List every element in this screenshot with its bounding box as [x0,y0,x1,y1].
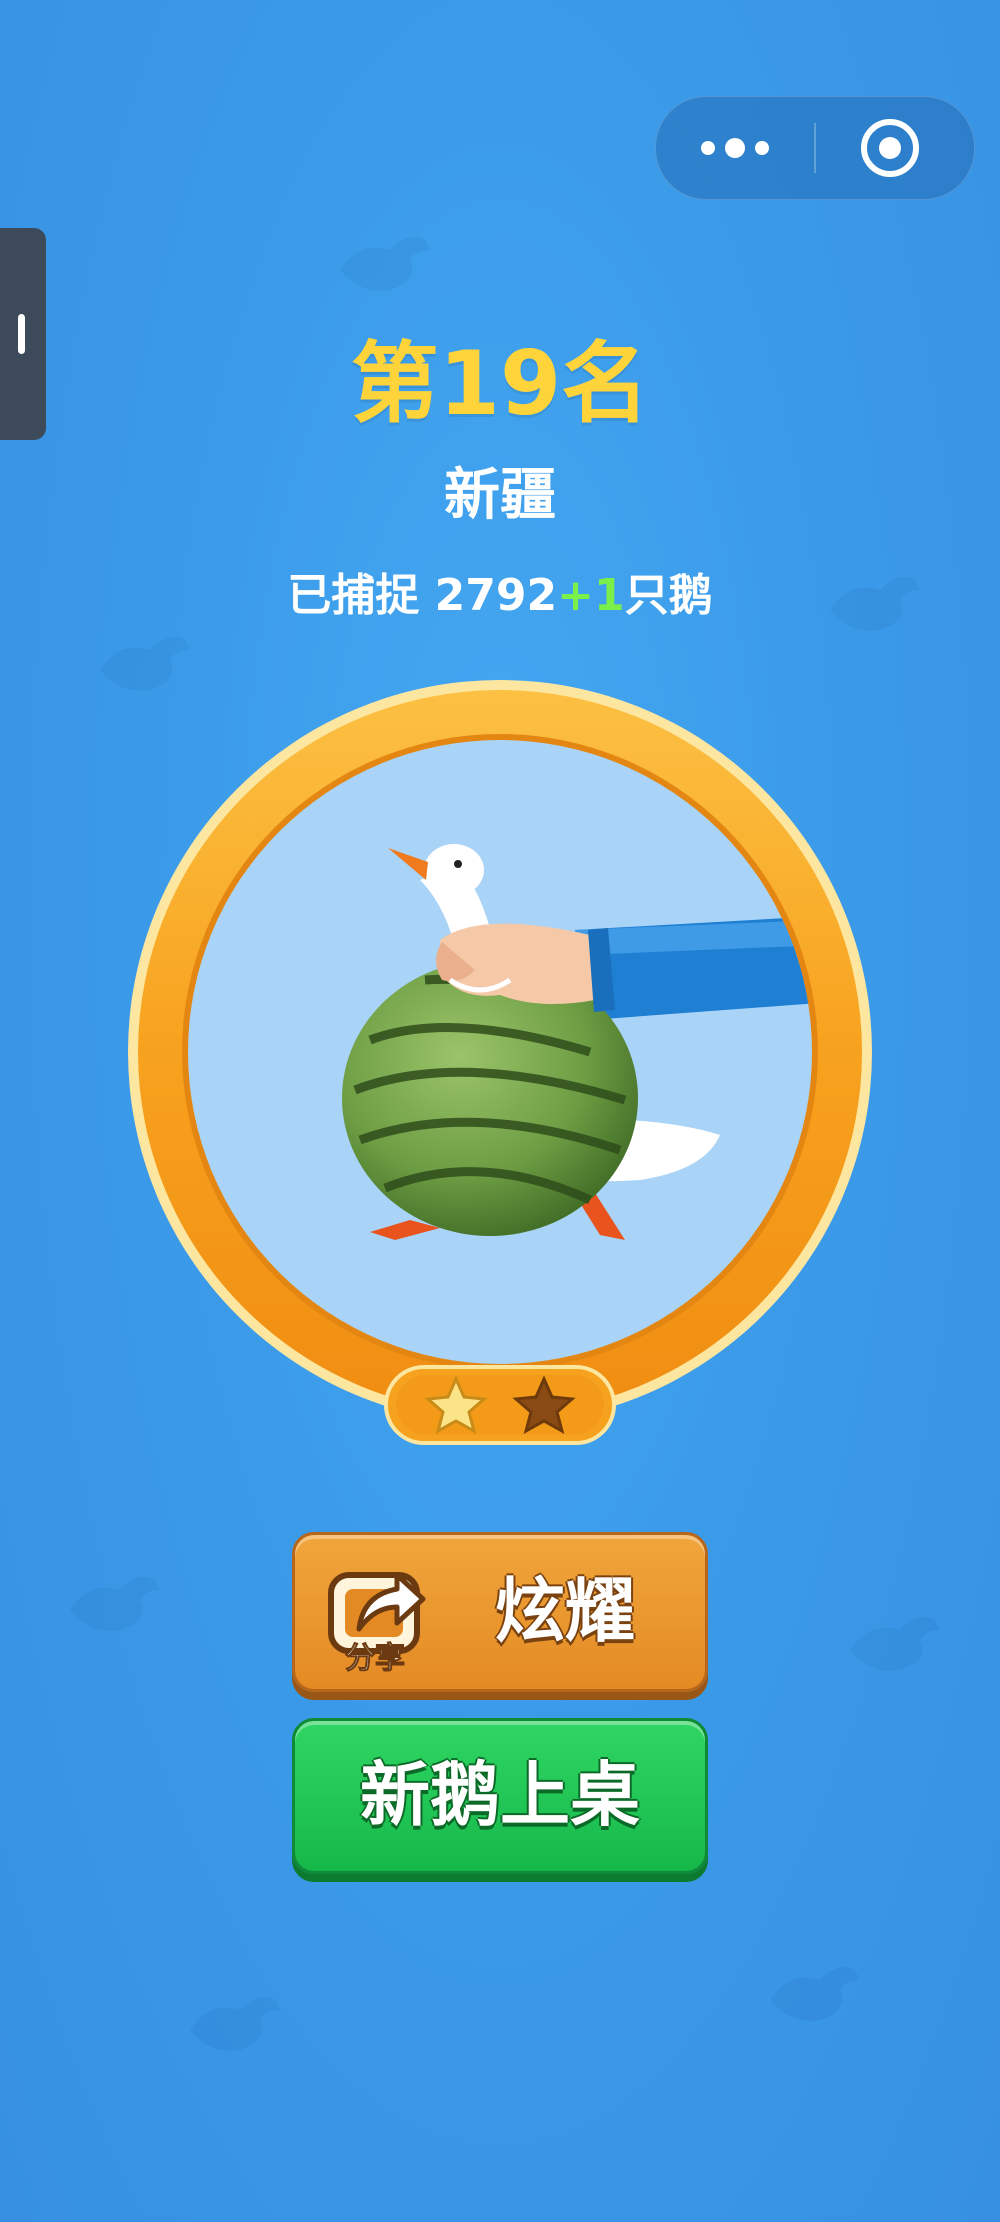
caught-suffix: 只鹅 [624,570,713,621]
share-caption: 分享 [345,1641,406,1677]
background-goose-icon [850,1616,940,1671]
goose-watermelon-image [128,680,872,1424]
rank-title: 第19名 [350,332,650,435]
mini-program-capsule [655,96,975,200]
new-goose-label: 新鹅上桌 [360,1754,640,1836]
stars-rating [384,1365,616,1445]
caught-count: 已捕捉 2792+1只鹅 [0,574,1000,618]
more-menu-button[interactable] [656,97,814,199]
new-goose-button[interactable]: 新鹅上桌 [292,1718,708,1874]
background-goose-icon [70,1576,160,1631]
background-goose-icon [770,1966,860,2021]
close-mini-program-button[interactable] [816,97,974,199]
caught-prefix: 已捕捉 2792 [287,570,558,621]
target-circle-icon [861,119,919,177]
show-off-share-button[interactable]: 分享 炫耀 [292,1532,708,1692]
background-goose-icon [340,236,430,291]
show-off-label: 炫耀 [495,1570,635,1652]
more-dots-icon [701,138,769,158]
region-name: 新疆 [444,463,556,528]
caught-plus: +1 [557,570,625,621]
background-goose-icon [190,1996,280,2051]
